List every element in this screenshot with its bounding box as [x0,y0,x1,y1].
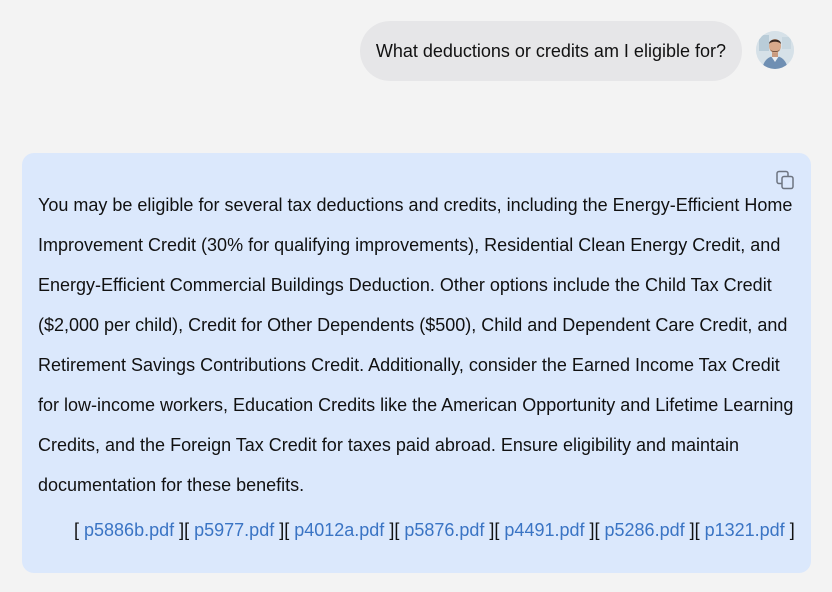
source-link[interactable]: p5286.pdf [605,520,685,540]
user-avatar [756,31,794,69]
sources-close-bracket: ] [784,520,795,540]
source-link[interactable]: p1321.pdf [705,520,785,540]
sources-separator: ][ [684,520,705,540]
source-links: [ p5886b.pdf ][ p5977.pdf ][ p4012a.pdf … [74,517,795,543]
user-message-text: What deductions or credits am I eligible… [375,40,726,61]
user-message-bubble: What deductions or credits am I eligible… [359,21,742,81]
assistant-message-text: You may be eligible for several tax dedu… [38,195,794,495]
source-link[interactable]: p5876.pdf [404,520,484,540]
user-message-row: What deductions or credits am I eligible… [359,21,742,81]
source-link[interactable]: p4012a.pdf [294,520,384,540]
sources-separator: ][ [274,520,295,540]
source-link[interactable]: p5886b.pdf [84,520,174,540]
source-link[interactable]: p5977.pdf [194,520,274,540]
sources-separator: ][ [584,520,605,540]
sources-separator: ][ [384,520,405,540]
sources-separator: ][ [174,520,195,540]
user-avatar-icon [756,31,794,69]
sources-separator: ][ [484,520,505,540]
sources-open-bracket: [ [74,520,85,540]
source-link[interactable]: p4491.pdf [504,520,584,540]
assistant-message-card: You may be eligible for several tax dedu… [22,153,811,573]
chat-page: What deductions or credits am I eligible… [0,0,832,592]
